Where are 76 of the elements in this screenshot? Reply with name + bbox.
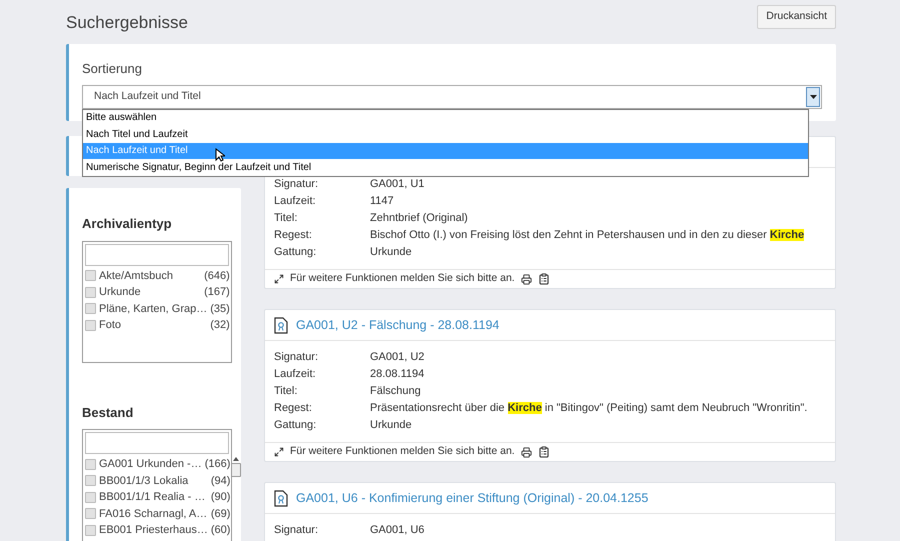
field-value: GA001, U2 — [370, 350, 424, 366]
facet-option[interactable]: Akte/Amtsbuch — [99, 268, 202, 284]
facet-count: (60) — [210, 523, 230, 538]
checkbox[interactable] — [85, 524, 96, 536]
field-label: Signatur: — [274, 523, 320, 538]
facet-count: (32) — [210, 318, 230, 333]
checkbox[interactable] — [85, 320, 96, 331]
checkbox[interactable] — [85, 270, 96, 282]
result-title-link[interactable]: GA001, U2 - Fälschung - 28.08.1194 — [296, 316, 500, 334]
checkbox[interactable] — [85, 458, 96, 470]
field-label: Signatur: — [274, 177, 320, 192]
field-value: Fälschung — [370, 384, 421, 400]
field-label: Regest: — [274, 401, 313, 416]
field-label: Gattung: — [274, 418, 318, 434]
facet-option[interactable]: EB001 Priesterhaus… — [99, 522, 208, 538]
page-title: Suchergebnisse — [66, 12, 188, 34]
field-value: Bischof Otto (I.) von Freising löst den Zehnt in Petershausen und in den zu dieser Kirche — [370, 228, 804, 244]
field-value: Urkunde — [370, 418, 412, 434]
checkbox[interactable] — [85, 475, 96, 486]
sort-select[interactable]: Nach Laufzeit und Titel — [82, 84, 822, 108]
printer-icon[interactable] — [520, 274, 532, 284]
facet-option[interactable]: Foto — [99, 317, 208, 334]
document-seal-icon — [274, 316, 288, 334]
facet-option[interactable]: Urkunde — [99, 284, 202, 300]
expand-icon[interactable] — [274, 274, 284, 284]
facet-option[interactable]: BB001/1/1 Realia - … — [99, 489, 208, 506]
scroll-up-arrow-icon[interactable] — [233, 457, 240, 461]
clipboard-icon[interactable] — [538, 273, 550, 285]
field-value: Zehntbrief (Original) — [370, 211, 468, 226]
checkbox[interactable] — [85, 303, 96, 314]
facet-count: (69) — [210, 506, 230, 522]
facet-option[interactable]: FA016 Scharnagl, A… — [99, 506, 208, 522]
expand-icon[interactable] — [274, 447, 284, 457]
facet-option[interactable]: BB001/1/3 Lokalia — [99, 472, 208, 489]
login-hint: Für weitere Funktionen melden Sie sich bitte an. — [290, 444, 515, 460]
sort-label: Sortierung — [82, 60, 143, 78]
field-value: GA001, U6 — [370, 523, 424, 538]
facet-count: (167) — [204, 285, 230, 300]
field-label: Gattung: — [274, 245, 318, 260]
facet-count: (35) — [210, 302, 230, 316]
field-label: Titel: — [274, 384, 298, 400]
field-label: Signatur: — [274, 350, 320, 366]
sort-option[interactable]: Numerische Signatur, Beginn der Laufzeit und Titel — [83, 159, 808, 176]
field-value: 28.08.1194 — [370, 367, 424, 382]
facet-filter-field[interactable] — [85, 244, 229, 266]
scrollbar-thumb[interactable] — [231, 463, 242, 477]
field-value: Präsentationsrecht über die Kirche in "Bitingov" (Peiting) samt dem Neubruch "Wronritin". — [370, 401, 808, 416]
dropdown-caret-icon[interactable] — [806, 86, 820, 106]
facet-count: (94) — [210, 474, 230, 488]
facet-heading: Archivalientyp — [82, 215, 173, 233]
facet-option[interactable]: Pläne, Karten, Grap… — [99, 300, 208, 317]
facet-count: (166) — [204, 457, 230, 472]
checkbox[interactable] — [85, 286, 96, 298]
field-value: GA001, U1 — [370, 177, 424, 192]
facet-filter-field[interactable] — [85, 432, 229, 454]
result-title-link[interactable]: GA001, U6 - Konfimierung einer Stiftung (Original) - 20.04.1255 — [296, 488, 648, 508]
field-value: Urkunde — [370, 245, 412, 260]
print-view-button[interactable]: Druckansicht — [757, 5, 836, 29]
facet-count: (646) — [204, 268, 230, 284]
login-hint: Für weitere Funktionen melden Sie sich bitte an. — [290, 271, 515, 286]
document-seal-icon — [274, 490, 288, 506]
clipboard-icon[interactable] — [538, 446, 550, 458]
field-label: Laufzeit: — [274, 194, 317, 210]
sort-option[interactable]: Bitte auswählen — [83, 110, 808, 126]
field-label: Titel: — [274, 211, 298, 226]
field-label: Laufzeit: — [274, 367, 317, 382]
printer-icon[interactable] — [520, 446, 532, 458]
facet-heading: Bestand — [82, 404, 134, 422]
sort-option[interactable]: Nach Titel und Laufzeit — [83, 126, 808, 142]
facet-count: (90) — [210, 490, 230, 505]
checkbox[interactable] — [85, 508, 96, 520]
checkbox[interactable] — [85, 492, 96, 503]
mouse-cursor-icon — [215, 148, 225, 162]
facet-option[interactable]: GA001 Urkunden -… — [99, 456, 202, 472]
field-label: Regest: — [274, 228, 313, 244]
field-value: 1147 — [370, 194, 394, 210]
